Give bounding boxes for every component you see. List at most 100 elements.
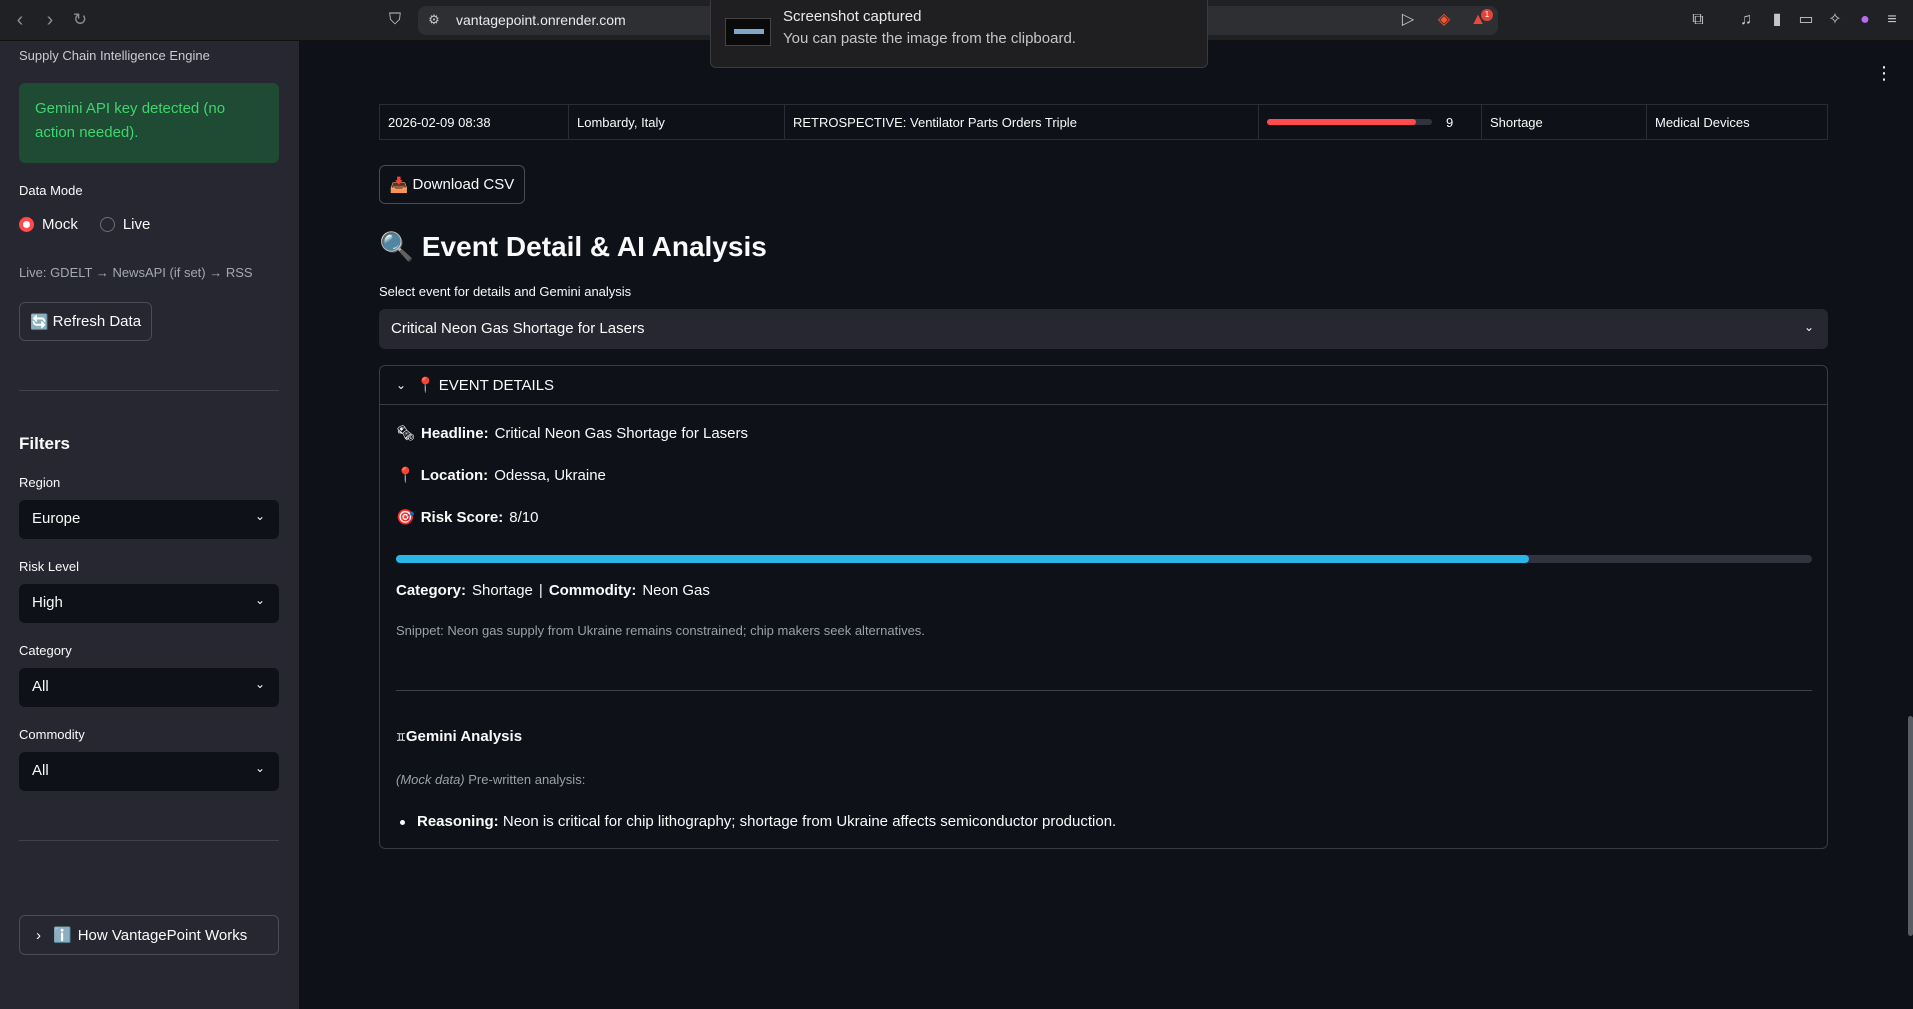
share-icon[interactable]: ▷ <box>1398 10 1418 30</box>
reasoning-label: Reasoning: <box>417 813 499 830</box>
url-text[interactable]: vantagepoint.onrender.com <box>456 12 626 28</box>
table-row[interactable]: 2026-02-09 08:38 Lombardy, Italy RETROSP… <box>379 104 1828 140</box>
magnifier-icon: 🔍 <box>379 231 414 262</box>
wallet-icon[interactable]: ▭ <box>1796 10 1816 30</box>
detail-category-commodity: Category: Shortage | Commodity: Neon Gas <box>396 582 710 599</box>
notification-badge: 1 <box>1481 9 1493 21</box>
risk-progress-fill <box>396 555 1529 563</box>
more-options-icon[interactable]: ⋮ <box>1875 63 1893 84</box>
download-icon: 📥 <box>389 176 409 194</box>
location-label: Location: <box>420 466 489 484</box>
chevron-down-icon: ⌄ <box>1803 320 1814 334</box>
bullet-dot <box>400 820 405 825</box>
event-select-label: Select event for details and Gemini anal… <box>379 284 632 299</box>
cell-location: Lombardy, Italy <box>569 105 785 139</box>
commodity-select[interactable]: All ⌄ <box>19 752 279 791</box>
chevron-right-icon: › <box>36 926 41 944</box>
cell-risk: 9 <box>1259 105 1482 139</box>
reasoning-text: Neon is critical for chip lithography; s… <box>502 813 1117 830</box>
info-icon: ℹ️ <box>53 927 72 944</box>
chevron-down-icon: ⌄ <box>396 378 407 392</box>
sidebar-toggle-icon[interactable]: ▮ <box>1767 10 1787 30</box>
refresh-data-button[interactable]: 🔄 Refresh Data <box>19 302 152 341</box>
cell-timestamp: 2026-02-09 08:38 <box>380 105 569 139</box>
media-icon[interactable]: ♫ <box>1736 10 1756 30</box>
chevron-down-icon: ⌄ <box>254 677 265 691</box>
screenshot-toast[interactable]: Screenshot captured You can paste the im… <box>710 0 1208 68</box>
category-value: All <box>32 678 49 695</box>
refresh-label: Refresh Data <box>52 313 142 330</box>
chevron-down-icon: ⌄ <box>254 761 265 775</box>
forward-icon[interactable]: › <box>39 9 61 31</box>
scrollbar-thumb[interactable] <box>1908 716 1913 936</box>
sidebar-divider <box>19 390 279 391</box>
separator: | <box>538 582 543 599</box>
bookmark-icon[interactable]: ⛉ <box>385 10 405 30</box>
mock-note: (Mock data) Pre-written analysis: <box>396 772 585 787</box>
radio-mock-label[interactable]: Mock <box>42 216 78 233</box>
chevron-down-icon: ⌄ <box>254 593 265 607</box>
detail-headline: 🗞 Headline: Critical Neon Gas Shortage f… <box>396 424 749 443</box>
radio-mock[interactable] <box>19 217 34 232</box>
commodity-label: Commodity <box>19 727 85 742</box>
toast-title: Screenshot captured <box>783 8 922 25</box>
sidebar: Supply Chain Intelligence Engine Gemini … <box>0 41 299 1009</box>
newspaper-icon: 🗞 <box>396 425 416 442</box>
event-select-value: Critical Neon Gas Shortage for Lasers <box>391 320 645 337</box>
commodity-label: Commodity: <box>548 582 637 599</box>
menu-icon[interactable]: ≡ <box>1882 10 1902 30</box>
detail-risk: 🎯 Risk Score: 8/10 <box>396 508 539 527</box>
chevron-down-icon: ⌄ <box>254 509 265 523</box>
radio-live-label[interactable]: Live <box>123 216 151 233</box>
region-value: Europe <box>32 510 81 527</box>
radio-live[interactable] <box>99 217 115 232</box>
data-mode-radio-group: Mock Live <box>19 216 150 233</box>
headline-value: Critical Neon Gas Shortage for Lasers <box>494 424 749 442</box>
region-label: Region <box>19 475 61 490</box>
region-select[interactable]: Europe ⌄ <box>19 500 279 539</box>
location-value: Odessa, Ukraine <box>494 466 606 484</box>
data-mode-label: Data Mode <box>19 183 83 198</box>
section-title: 🔍 Event Detail & AI Analysis <box>379 230 767 263</box>
event-select[interactable]: Critical Neon Gas Shortage for Lasers ⌄ <box>379 309 1828 349</box>
how-it-works-expander[interactable]: › ℹ️ How VantagePoint Works <box>19 915 279 955</box>
risk-score-label: Risk Score: <box>420 508 504 526</box>
risk-level-select[interactable]: High ⌄ <box>19 584 279 623</box>
headline-label: Headline: <box>421 424 489 442</box>
toast-subtitle: You can paste the image from the clipboa… <box>783 30 1076 47</box>
filters-heading: Filters <box>19 434 71 453</box>
live-sources-caption: Live: GDELT → NewsAPI (if set) → RSS <box>19 265 253 280</box>
app-tagline: Supply Chain Intelligence Engine <box>19 48 210 63</box>
screenshot-thumbnail <box>725 18 771 46</box>
risk-bar-fill <box>1267 119 1416 125</box>
site-settings-icon[interactable]: ⚙ <box>424 10 444 30</box>
download-label: Download CSV <box>412 176 515 193</box>
cell-headline: RETROSPECTIVE: Ventilator Parts Orders T… <box>785 105 1259 139</box>
profile-icon[interactable]: ● <box>1855 10 1875 30</box>
brave-shield-icon[interactable]: ◈ <box>1434 10 1454 30</box>
category-label: Category: <box>396 582 467 599</box>
event-details-header[interactable]: ⌄ 📍 EVENT DETAILS <box>380 366 1827 405</box>
download-csv-button[interactable]: 📥 Download CSV <box>379 165 525 204</box>
category-select[interactable]: All ⌄ <box>19 668 279 707</box>
risk-bar <box>1267 119 1432 125</box>
risk-score-value: 8/10 <box>509 508 539 526</box>
reload-icon[interactable]: ↻ <box>69 9 91 31</box>
event-snippet: Snippet: Neon gas supply from Ukraine re… <box>396 623 925 638</box>
leo-ai-icon[interactable]: ✧ <box>1825 10 1845 30</box>
gemini-analysis-title: Gemini Analysis <box>405 728 523 745</box>
detail-location: 📍 Location: Odessa, Ukraine <box>396 466 606 485</box>
api-key-notice: Gemini API key detected (no action neede… <box>19 83 279 163</box>
refresh-icon: 🔄 <box>29 313 49 331</box>
details-divider <box>396 690 1812 691</box>
gemini-analysis-heading: ♊Gemini Analysis <box>396 728 522 745</box>
back-icon[interactable]: ‹ <box>9 9 31 31</box>
event-details-expander: ⌄ 📍 EVENT DETAILS 🗞 Headline: Critical N… <box>379 365 1828 849</box>
section-title-text: Event Detail & AI Analysis <box>421 230 767 262</box>
screenshot-icon[interactable]: ⧉ <box>1688 10 1708 30</box>
mock-text: Pre-written analysis: <box>468 772 586 787</box>
risk-level-value: High <box>32 594 63 611</box>
target-icon: 🎯 <box>396 509 415 526</box>
risk-progress-bar <box>396 555 1812 563</box>
risk-value: 9 <box>1446 114 1454 130</box>
